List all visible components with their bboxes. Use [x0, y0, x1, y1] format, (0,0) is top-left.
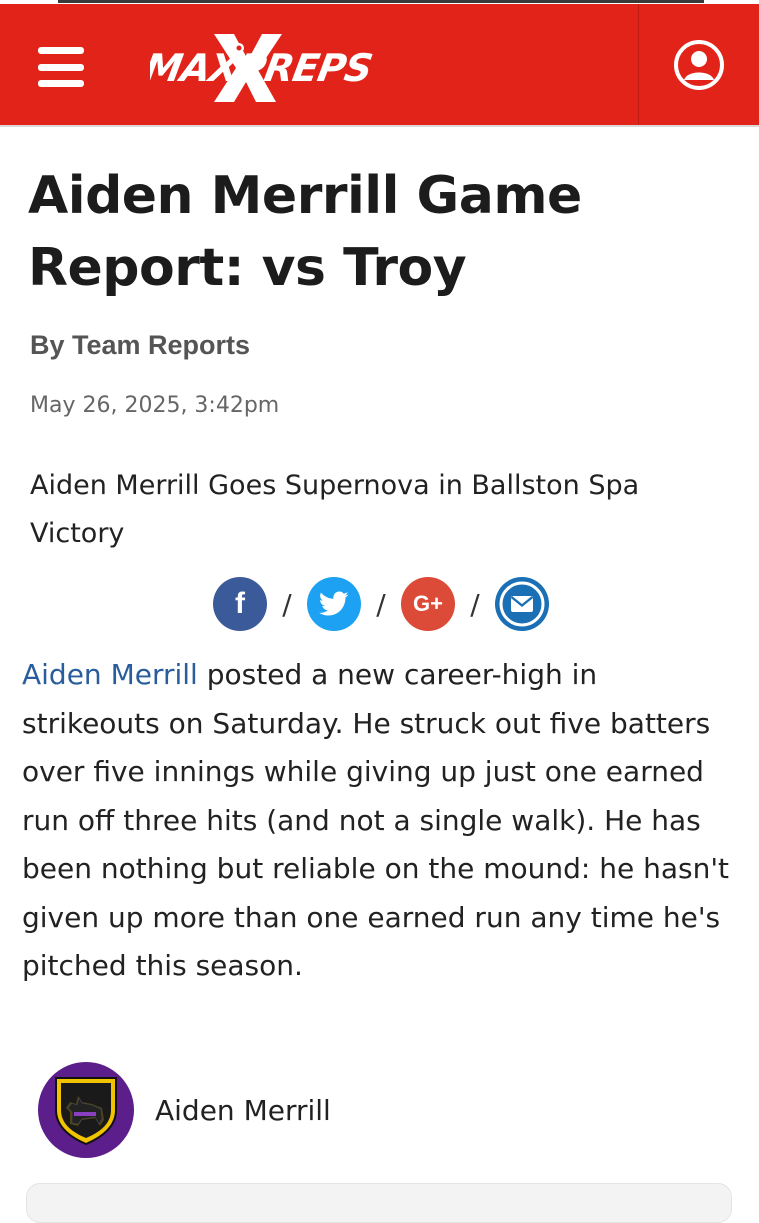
facebook-share-button[interactable]: f [213, 577, 267, 631]
ad-banner-edge[interactable] [58, 0, 704, 3]
maxpreps-logo[interactable]: MAXPREPS [141, 26, 395, 106]
article-byline[interactable]: By Team Reports [30, 330, 250, 361]
twitter-bird-icon [319, 591, 349, 616]
maxpreps-logo-graphic: MAXPREPS [141, 34, 375, 102]
user-account-button[interactable] [638, 4, 759, 125]
share-separator: / [470, 587, 480, 621]
user-account-icon [674, 39, 724, 90]
article-date: May 26, 2025, 3:42pm [30, 393, 280, 418]
twitter-share-button[interactable] [307, 577, 361, 631]
header-divider [0, 125, 759, 127]
envelope-icon [499, 581, 545, 627]
facebook-icon: f [235, 587, 245, 620]
article-title: Aiden Merrill Game Report: vs Troy [28, 166, 582, 298]
email-share-button[interactable] [495, 577, 549, 631]
hamburger-menu-icon[interactable] [38, 47, 84, 87]
share-separator: / [376, 587, 386, 621]
scottie-dog-shield-logo [55, 1077, 117, 1146]
site-header: MAXPREPS [0, 4, 759, 125]
google-plus-share-button[interactable]: G+ [401, 577, 455, 631]
next-content-card[interactable] [26, 1183, 732, 1223]
share-separator: / [282, 587, 292, 621]
article-subtitle: Aiden Merrill Goes Supernova in Ballston… [30, 470, 640, 549]
svg-text:MAXPREPS: MAXPREPS [150, 46, 375, 91]
player-link[interactable]: Aiden Merrill [22, 658, 198, 691]
article-body: Aiden Merrill posted a new career-high i… [22, 651, 742, 991]
player-card[interactable]: Aiden Merrill [38, 1062, 331, 1158]
player-avatar [38, 1062, 134, 1158]
player-name: Aiden Merrill [155, 1093, 331, 1127]
article-body-text: posted a new career-high in strikeouts o… [22, 658, 730, 982]
share-bar: f / / G+ / [213, 577, 549, 631]
google-plus-icon: G+ [413, 591, 443, 616]
